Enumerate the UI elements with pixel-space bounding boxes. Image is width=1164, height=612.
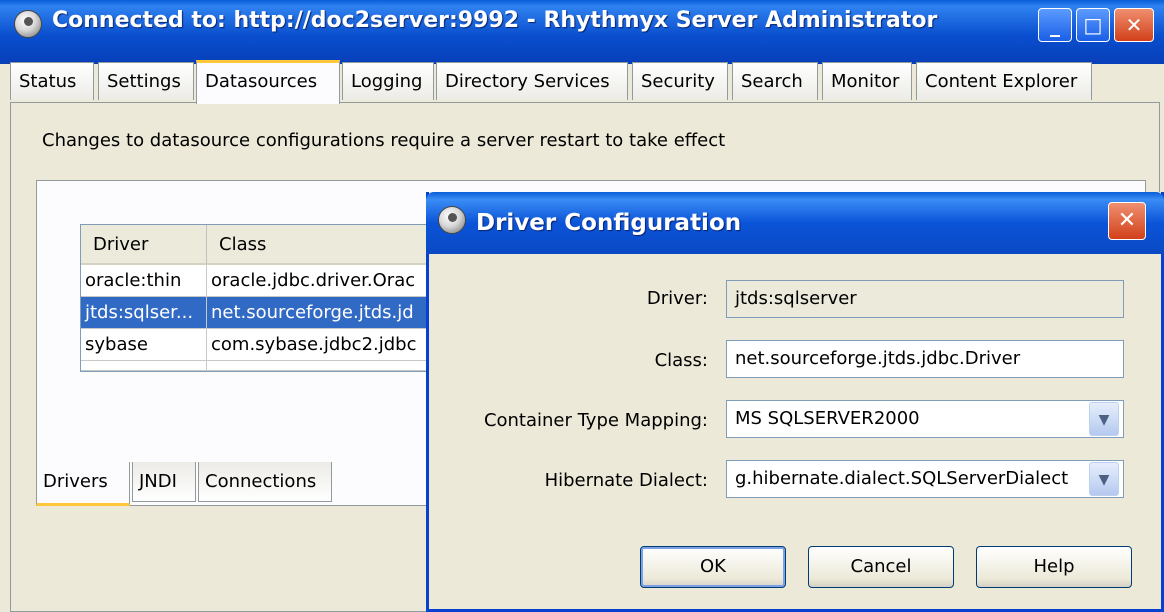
tab-security[interactable]: Security [632,62,728,100]
class-field[interactable]: net.sourceforge.jtds.jdbc.Driver [726,340,1124,378]
class-cell: com.sybase.jdbc2.jdbc [207,329,439,361]
subtab-drivers[interactable]: Drivers [36,462,130,506]
container-type-mapping-select[interactable]: MS SQLSERVER2000 ▼ [726,400,1124,438]
minimize-button[interactable]: _ [1038,8,1072,42]
dialog-close-button[interactable]: ✕ [1108,202,1146,240]
tab-datasources[interactable]: Datasources [196,60,340,104]
subtab-jndi[interactable]: JNDI [132,462,196,502]
dialog-title: Driver Configuration [476,210,742,236]
column-header-driver[interactable]: Driver [81,225,207,265]
table-row-selected[interactable]: jtds:sqlser... net.sourceforge.jtds.jd [81,297,439,329]
hibernate-dialect-select[interactable]: g.hibernate.dialect.SQLServerDialect ▼ [726,460,1124,498]
subtab-connections[interactable]: Connections [198,462,332,502]
tab-status[interactable]: Status [10,62,94,100]
driver-cell: jtds:sqlser... [81,297,207,329]
restart-note: Changes to datasource configurations req… [42,130,726,151]
hibernate-dialect-value: g.hibernate.dialect.SQLServerDialect [735,468,1069,489]
hibernate-dialect-label: Hibernate Dialect: [544,470,708,491]
window-title: Connected to: http://doc2server:9992 - R… [52,8,938,33]
drivers-table: Driver Class oracle:thin oracle.jdbc.dri… [80,224,440,372]
empty-cell [207,361,439,371]
table-row[interactable]: sybase com.sybase.jdbc2.jdbc [81,329,439,361]
container-type-mapping-label: Container Type Mapping: [483,410,708,431]
table-row[interactable]: oracle:thin oracle.jdbc.driver.Orac [81,265,439,297]
maximize-button[interactable]: □ [1076,8,1110,42]
tab-search[interactable]: Search [732,62,818,100]
driver-cell: oracle:thin [81,265,207,297]
table-row-empty [81,361,439,371]
tab-directory-services[interactable]: Directory Services [436,62,628,100]
ok-button[interactable]: OK [640,546,786,588]
tab-settings[interactable]: Settings [98,62,194,100]
container-type-mapping-value: MS SQLSERVER2000 [735,408,920,429]
empty-cell [81,361,207,371]
driver-cell: sybase [81,329,207,361]
help-button[interactable]: Help [976,546,1132,588]
class-cell: oracle.jdbc.driver.Orac [207,265,439,297]
chevron-down-icon[interactable]: ▼ [1089,462,1119,496]
driver-label: Driver: [646,288,708,309]
class-label: Class: [654,350,708,371]
tab-monitor[interactable]: Monitor [822,62,912,100]
close-window-button[interactable]: ✕ [1114,8,1154,42]
column-header-class[interactable]: Class [207,225,439,265]
cancel-button[interactable]: Cancel [808,546,954,588]
driver-field: jtds:sqlserver [726,280,1124,318]
class-cell: net.sourceforge.jtds.jd [207,297,439,329]
server-admin-icon [14,10,42,38]
chevron-down-icon[interactable]: ▼ [1089,402,1119,436]
server-admin-icon [438,206,466,234]
tab-logging[interactable]: Logging [342,62,434,100]
tab-content-explorer[interactable]: Content Explorer [916,62,1092,100]
